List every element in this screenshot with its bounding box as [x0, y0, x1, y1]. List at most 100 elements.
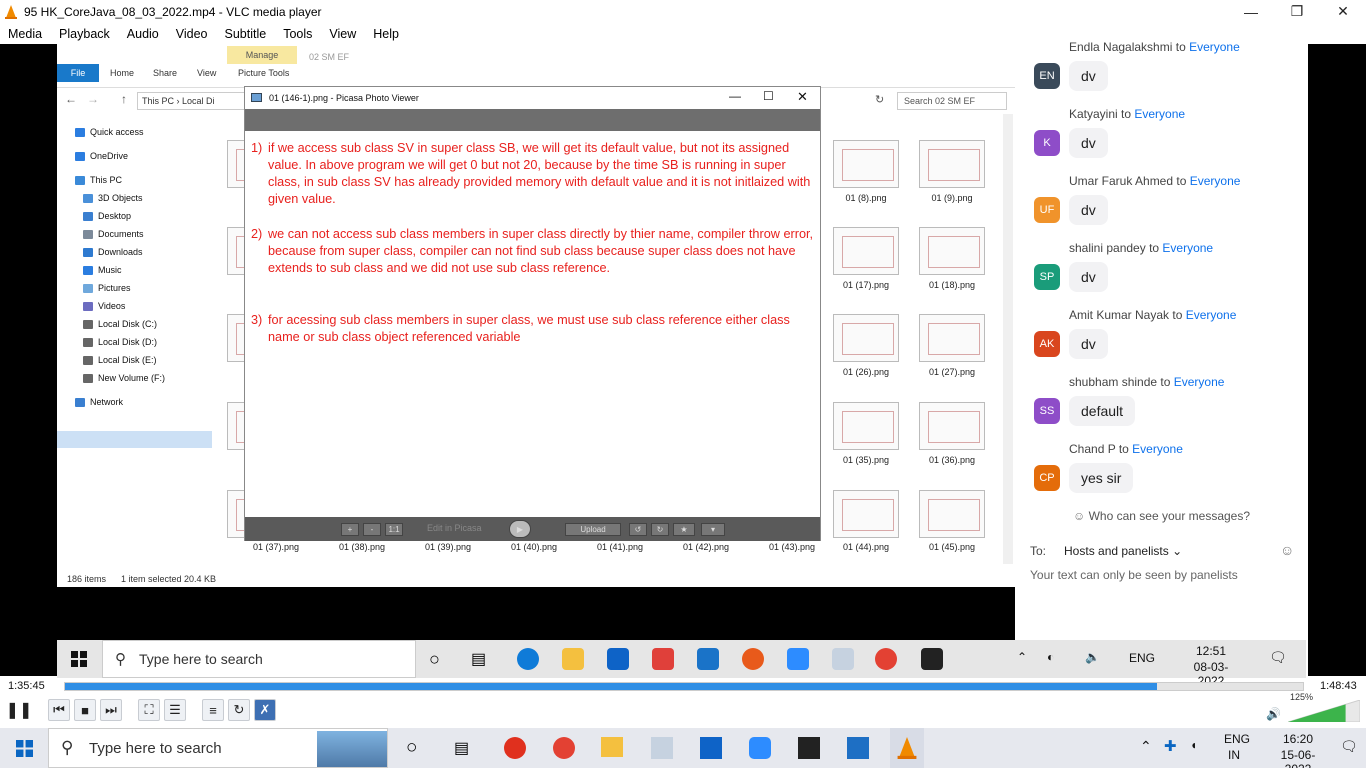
- volume-slider[interactable]: [1288, 700, 1360, 722]
- sticky-notes-icon[interactable]: [921, 648, 943, 670]
- thumbnail-label[interactable]: 01 (40).png: [499, 542, 569, 552]
- host-snipping-icon[interactable]: [651, 737, 673, 759]
- seek-bar[interactable]: [64, 682, 1304, 691]
- emoji-icon[interactable]: ☺: [1280, 542, 1294, 558]
- edit-in-picasa-button[interactable]: Edit in Picasa: [427, 523, 482, 533]
- cortana-icon[interactable]: ○: [429, 649, 447, 671]
- file-tab[interactable]: File: [57, 64, 99, 82]
- actual-size-button[interactable]: 1:1: [385, 523, 403, 536]
- thumbnail[interactable]: [227, 402, 288, 450]
- thumbnail-label[interactable]: 01 (45).png: [917, 542, 987, 552]
- nav-item-downloads[interactable]: Downloads: [83, 247, 143, 257]
- nav-item-documents[interactable]: Documents: [83, 229, 144, 239]
- nav-item-this-pc[interactable]: This PC: [75, 175, 122, 185]
- host-region[interactable]: IN: [1228, 748, 1240, 762]
- thumbnail-label[interactable]: 01 (44).png: [831, 542, 901, 552]
- edge-icon[interactable]: [517, 648, 539, 670]
- nav-item-desktop[interactable]: Desktop: [83, 211, 131, 221]
- thumbnail[interactable]: [227, 490, 288, 538]
- total-time[interactable]: 1:48:43: [1320, 680, 1357, 692]
- host-zoom-icon[interactable]: [749, 737, 771, 759]
- nav-item-local-disk-d[interactable]: Local Disk (D:): [83, 337, 157, 347]
- gift-icon[interactable]: [652, 648, 674, 670]
- mail-icon[interactable]: [697, 648, 719, 670]
- forward-arrow-icon[interactable]: →: [87, 92, 99, 106]
- notification-icon[interactable]: 🗨: [1269, 649, 1287, 666]
- loop-icon[interactable]: ↻: [228, 699, 250, 721]
- thumbnail-label[interactable]: 01 (37).png: [241, 542, 311, 552]
- host-sticky-notes-icon[interactable]: [798, 737, 820, 759]
- host-windows-start-icon[interactable]: [16, 740, 33, 757]
- menu-subtitle[interactable]: Subtitle: [225, 27, 267, 41]
- host-tray-chevron-icon[interactable]: ⌃: [1140, 738, 1152, 755]
- store-icon[interactable]: [607, 648, 629, 670]
- thumbnail[interactable]: [919, 140, 985, 188]
- star-icon[interactable]: ★: [673, 523, 695, 536]
- host-record-icon[interactable]: [504, 737, 526, 759]
- pause-icon[interactable]: ❚❚: [6, 699, 32, 721]
- file-explorer-icon[interactable]: [562, 648, 584, 670]
- nav-item-quick-access[interactable]: Quick access: [75, 127, 144, 137]
- thumbnail[interactable]: [833, 402, 899, 450]
- menu-media[interactable]: Media: [8, 27, 42, 41]
- more-dropdown-icon[interactable]: ▾: [701, 523, 725, 536]
- crumb-this-pc[interactable]: This PC: [142, 96, 174, 106]
- up-arrow-icon[interactable]: ↑: [121, 92, 127, 106]
- chat-scrollbar[interactable]: [1299, 44, 1305, 504]
- stop-icon[interactable]: ■: [74, 699, 96, 721]
- thumbnail-label[interactable]: 01 (43).png: [757, 542, 827, 552]
- menu-audio[interactable]: Audio: [127, 27, 159, 41]
- tray-chevron-icon[interactable]: ⌃: [1017, 650, 1027, 664]
- picasa-maximize-icon[interactable]: ☐: [763, 89, 774, 103]
- nav-item-pictures[interactable]: Pictures: [83, 283, 131, 293]
- zoom-in-button[interactable]: +: [341, 523, 359, 536]
- host-lang[interactable]: ENG: [1224, 732, 1250, 746]
- host-chrome-icon[interactable]: [553, 737, 575, 759]
- next-icon[interactable]: ⏭: [100, 699, 122, 721]
- nav-item-music[interactable]: Music: [83, 265, 122, 275]
- prev-icon[interactable]: ⏮: [48, 699, 70, 721]
- thumbnail[interactable]: [919, 227, 985, 275]
- menu-tools[interactable]: Tools: [283, 27, 312, 41]
- rotate-right-icon[interactable]: ↻: [651, 523, 669, 536]
- host-store-icon[interactable]: [700, 737, 722, 759]
- restore-button[interactable]: ❐: [1274, 0, 1320, 23]
- manage-tab[interactable]: Manage: [227, 46, 297, 64]
- view-tab[interactable]: View: [197, 68, 216, 78]
- thumbnail[interactable]: [227, 314, 288, 362]
- host-date[interactable]: 15-06-2022: [1268, 748, 1328, 768]
- nav-item-local-disk-c[interactable]: Local Disk (C:): [83, 319, 157, 329]
- share-tab[interactable]: Share: [153, 68, 177, 78]
- picture-tools-tab[interactable]: Picture Tools: [238, 68, 289, 78]
- thumbnail-label[interactable]: 01 (38).png: [327, 542, 397, 552]
- thumbnail[interactable]: [833, 490, 899, 538]
- recipient-dropdown[interactable]: Hosts and panelists ⌄: [1058, 542, 1189, 560]
- playlist-icon[interactable]: ≡: [202, 699, 224, 721]
- thumbnail[interactable]: [227, 227, 288, 275]
- close-button[interactable]: ✕: [1320, 0, 1366, 23]
- thumbnail-label[interactable]: 01 (26).png: [831, 367, 901, 377]
- host-plus-icon[interactable]: ✚: [1164, 737, 1177, 755]
- explorer-scrollbar[interactable]: [1003, 114, 1013, 564]
- thumbnail[interactable]: [833, 314, 899, 362]
- refresh-icon[interactable]: ↻: [875, 93, 884, 106]
- random-icon[interactable]: ✗: [254, 699, 276, 721]
- upload-button[interactable]: Upload: [565, 523, 621, 536]
- thumbnail-label[interactable]: 01 (41).png: [585, 542, 655, 552]
- picasa-minimize-icon[interactable]: —: [729, 89, 741, 103]
- host-time[interactable]: 16:20: [1268, 732, 1328, 746]
- picasa-close-icon[interactable]: ✕: [797, 89, 808, 105]
- nav-item-local-disk-e[interactable]: Local Disk (E:): [83, 355, 157, 365]
- thumbnail-label[interactable]: 01 (36).png: [917, 455, 987, 465]
- thumbnail-label[interactable]: 01 (35).png: [831, 455, 901, 465]
- rotate-left-icon[interactable]: ↺: [629, 523, 647, 536]
- windows-start-icon[interactable]: [71, 651, 87, 667]
- thumbnail-label[interactable]: 01 (8).png: [831, 193, 901, 203]
- nav-item-new-volume-f[interactable]: New Volume (F:): [83, 373, 165, 383]
- snipping-tool-icon[interactable]: [832, 648, 854, 670]
- network-icon[interactable]: ◐: [1047, 650, 1054, 664]
- thumbnail[interactable]: [919, 490, 985, 538]
- nav-item-onedrive[interactable]: OneDrive: [75, 151, 128, 161]
- host-notification-icon[interactable]: 🗨: [1340, 738, 1358, 755]
- menu-help[interactable]: Help: [373, 27, 399, 41]
